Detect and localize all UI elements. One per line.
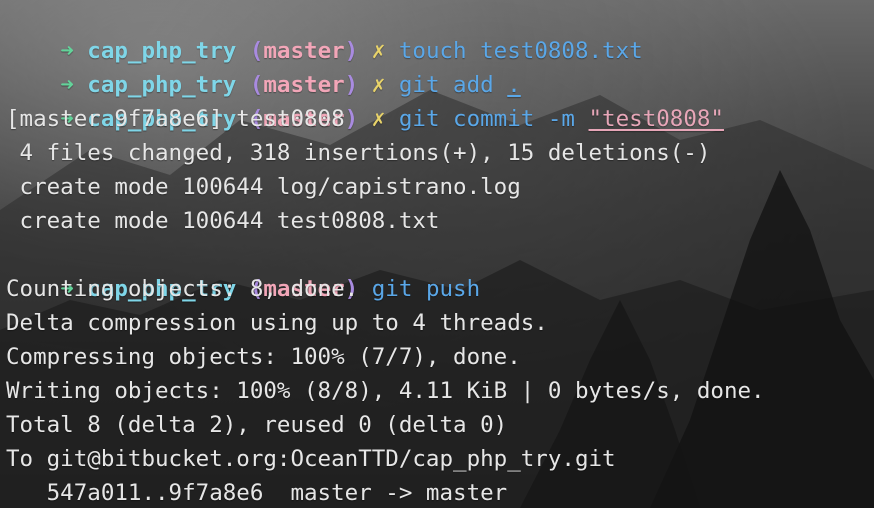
output-line: Delta compression using up to 4 threads.	[6, 310, 548, 336]
prompt-paren-open: (	[249, 38, 264, 64]
command-text: touch test0808.txt	[398, 38, 643, 64]
prompt-arrow: ➜	[60, 38, 74, 64]
terminal-line-1: ➜ cap_php_try (master) ✗ touch test0808.…	[6, 0, 874, 64]
prompt-repo-name: cap_php_try	[87, 38, 237, 64]
prompt-paren-close: )	[344, 106, 359, 132]
prompt-paren-close: )	[344, 38, 359, 64]
output-line: 547a011..9f7a8e6 master -> master	[6, 480, 508, 506]
prompt-paren-open: (	[249, 72, 264, 98]
prompt-arrow: ➜	[60, 72, 74, 98]
prompt-dirty-mark: ✗	[371, 38, 386, 64]
command-text: git push	[371, 276, 481, 302]
command-text: git commit -m	[398, 106, 575, 132]
command-message-argument: "test0808"	[588, 106, 724, 132]
command-argument: .	[507, 72, 521, 98]
prompt-repo-name: cap_php_try	[87, 72, 237, 98]
output-line: create mode 100644 test0808.txt	[6, 208, 440, 234]
prompt-branch-name: master	[263, 38, 345, 64]
terminal-line-8: ➜ cap_php_try (master) git push	[6, 238, 874, 302]
prompt-dirty-mark: ✗	[371, 72, 386, 98]
prompt-branch-name: master	[263, 72, 345, 98]
prompt-paren-close: )	[344, 72, 359, 98]
output-line: 4 files changed, 318 insertions(+), 15 d…	[6, 140, 711, 166]
output-line: create mode 100644 log/capistrano.log	[6, 174, 521, 200]
terminal-output[interactable]: ➜ cap_php_try (master) ✗ touch test0808.…	[0, 0, 874, 508]
output-line: To git@bitbucket.org:OceanTTD/cap_php_tr…	[6, 446, 616, 472]
output-line: Compressing objects: 100% (7/7), done.	[6, 344, 521, 370]
output-line: Total 8 (delta 2), reused 0 (delta 0)	[6, 412, 508, 438]
command-text: git add	[398, 72, 494, 98]
output-line: Writing objects: 100% (8/8), 4.11 KiB | …	[6, 378, 765, 404]
prompt-dirty-mark: ✗	[371, 106, 386, 132]
